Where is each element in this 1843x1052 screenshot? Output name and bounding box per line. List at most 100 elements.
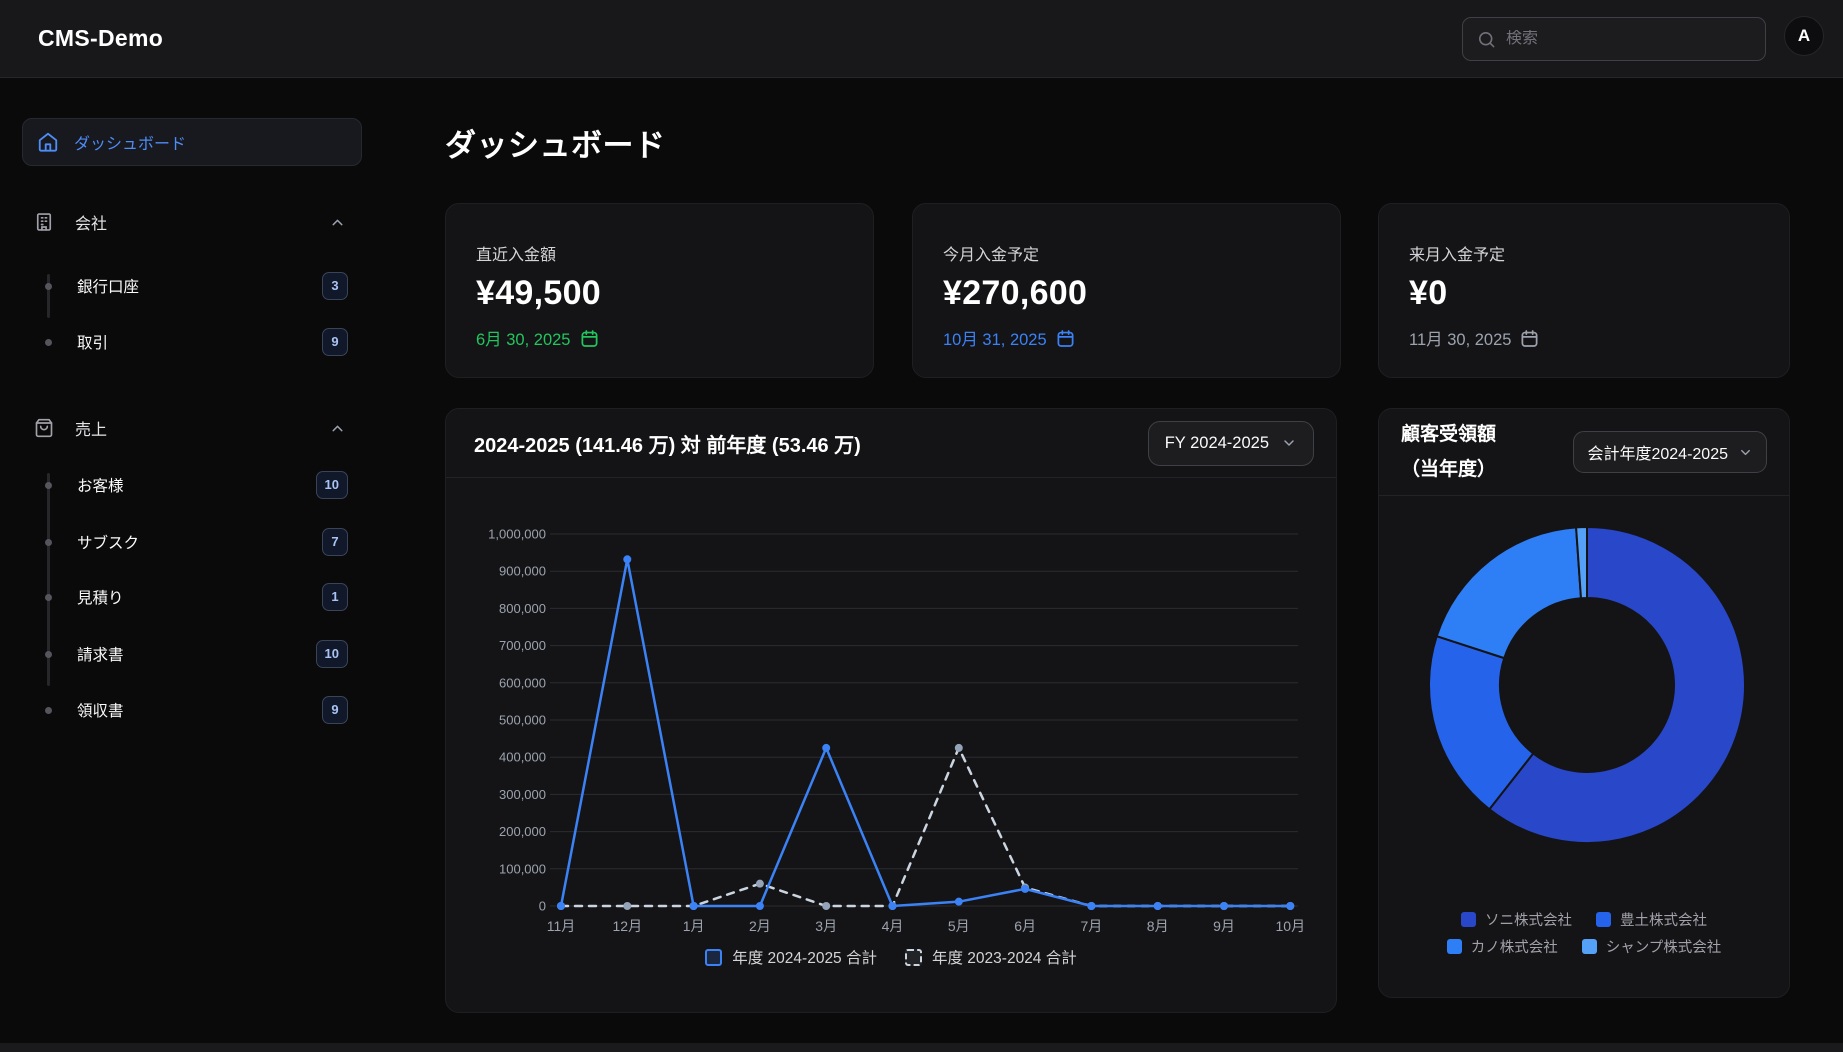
- donut-legend: ソニ株式会社 豊土株式会社カノ株式会社 シャンプ株式会社: [1379, 906, 1789, 960]
- svg-text:1月: 1月: [683, 918, 705, 934]
- svg-text:7月: 7月: [1081, 918, 1103, 934]
- user-avatar[interactable]: A: [1784, 16, 1824, 56]
- tree-dot: [45, 707, 52, 714]
- count-badge: 7: [322, 528, 348, 556]
- legend-swatch: [1596, 912, 1611, 927]
- sidebar-section-label: 会社: [75, 210, 107, 234]
- legend-item[interactable]: カノ株式会社: [1447, 936, 1558, 957]
- legend-label: 豊土株式会社: [1620, 909, 1707, 930]
- svg-text:9月: 9月: [1213, 918, 1235, 934]
- legend-label: ソニ株式会社: [1485, 909, 1572, 930]
- svg-text:2月: 2月: [749, 918, 771, 934]
- tree-dot: [45, 594, 52, 601]
- count-badge: 3: [322, 272, 348, 300]
- chevron-up-icon: [329, 420, 346, 437]
- sidebar-item-invoices[interactable]: 請求書 10: [34, 636, 352, 672]
- svg-text:500,000: 500,000: [499, 713, 546, 728]
- sidebar-section-label: 売上: [75, 416, 107, 440]
- building-icon: [34, 212, 54, 232]
- count-badge: 10: [316, 640, 348, 668]
- calendar-icon: [1520, 329, 1539, 348]
- stat-date: 6月 30, 2025: [476, 326, 843, 350]
- calendar-icon: [580, 329, 599, 348]
- donut-slice: [1576, 527, 1587, 598]
- stat-date-text: 6月 30, 2025: [476, 326, 571, 350]
- stat-value: ¥270,600: [943, 274, 1310, 313]
- sidebar-item-label: 見積り: [77, 586, 124, 608]
- svg-text:700,000: 700,000: [499, 638, 546, 653]
- tree-dot: [45, 482, 52, 489]
- bottom-strip: [0, 1043, 1843, 1052]
- sidebar-item-receipts[interactable]: 領収書 9: [34, 692, 352, 728]
- sidebar-item-label: お客様: [77, 474, 124, 496]
- line-chart: 0100,000200,000300,000400,000500,000600,…: [446, 409, 1338, 1014]
- app-brand: CMS-Demo: [38, 0, 163, 77]
- legend-item[interactable]: 年度 2024-2025 合計: [705, 946, 877, 968]
- fiscal-year-dropdown[interactable]: FY 2024-2025: [1148, 421, 1314, 466]
- legend-label: 年度 2023-2024 合計: [932, 946, 1077, 968]
- tree-dot: [45, 283, 52, 290]
- sidebar-item-customers[interactable]: お客様 10: [34, 467, 352, 503]
- donut-year-dropdown[interactable]: 会計年度2024-2025: [1573, 431, 1767, 473]
- legend-marker: [905, 949, 922, 966]
- stat-date: 11月 30, 2025: [1409, 326, 1759, 350]
- legend-item[interactable]: 豊土株式会社: [1596, 909, 1707, 930]
- dropdown-value: FY 2024-2025: [1165, 434, 1269, 453]
- stat-label: 今月入金予定: [943, 241, 1310, 265]
- legend-label: カノ株式会社: [1471, 936, 1558, 957]
- chevron-up-icon: [329, 214, 346, 231]
- tree-dot: [45, 539, 52, 546]
- stat-card-recent-deposit: 直近入金額 ¥49,500 6月 30, 2025: [445, 203, 874, 378]
- chevron-down-icon: [1281, 435, 1297, 451]
- legend-label: シャンプ株式会社: [1606, 936, 1722, 957]
- svg-text:12月: 12月: [613, 918, 643, 934]
- chevron-down-icon: [1738, 445, 1753, 460]
- search-input[interactable]: [1506, 30, 1751, 48]
- sidebar-item-quotes[interactable]: 見積り 1: [34, 579, 352, 615]
- sidebar-section-company[interactable]: 会社: [34, 204, 352, 240]
- shopping-bag-icon: [34, 418, 54, 438]
- sidebar-section-sales[interactable]: 売上: [34, 410, 352, 446]
- count-badge: 9: [322, 696, 348, 724]
- sidebar-item-transactions[interactable]: 取引 9: [34, 324, 352, 360]
- sidebar-item-label: ダッシュボード: [74, 130, 186, 154]
- donut-slice: [1437, 527, 1581, 658]
- svg-text:6月: 6月: [1014, 918, 1036, 934]
- legend-item[interactable]: シャンプ株式会社: [1582, 936, 1722, 957]
- stat-value: ¥49,500: [476, 274, 843, 313]
- line-chart-header: 2024-2025 (141.46 万) 対 前年度 (53.46 万) FY …: [446, 409, 1336, 478]
- svg-text:200,000: 200,000: [499, 824, 546, 839]
- donut-title-line1: 顧客受領額: [1401, 417, 1496, 452]
- svg-text:4月: 4月: [882, 918, 904, 934]
- svg-text:5月: 5月: [948, 918, 970, 934]
- home-icon: [37, 131, 59, 153]
- revenue-comparison-card: 0100,000200,000300,000400,000500,000600,…: [445, 408, 1337, 1013]
- svg-text:10月: 10月: [1276, 918, 1306, 934]
- stat-label: 直近入金額: [476, 241, 843, 265]
- customer-receipts-card: 顧客受領額 （当年度） 会計年度2024-2025 ソニ株式会社豊土株式会社カノ…: [1378, 408, 1790, 998]
- svg-text:300,000: 300,000: [499, 787, 546, 802]
- count-badge: 10: [316, 471, 348, 499]
- legend-item[interactable]: ソニ株式会社: [1461, 909, 1572, 930]
- svg-text:600,000: 600,000: [499, 675, 546, 690]
- stat-date-text: 11月 30, 2025: [1409, 326, 1511, 350]
- tree-dot: [45, 651, 52, 658]
- svg-text:8月: 8月: [1147, 918, 1169, 934]
- svg-text:11月: 11月: [547, 918, 576, 934]
- search-icon: [1477, 30, 1496, 49]
- stat-label: 来月入金予定: [1409, 241, 1759, 265]
- search-box[interactable]: [1462, 17, 1766, 61]
- stat-date: 10月 31, 2025: [943, 326, 1310, 350]
- sidebar-item-subscriptions[interactable]: サブスク 7: [34, 524, 352, 560]
- legend-label: 年度 2024-2025 合計: [732, 946, 877, 968]
- sidebar-item-label: 銀行口座: [77, 275, 139, 297]
- sidebar-item-dashboard[interactable]: ダッシュボード: [22, 118, 362, 166]
- tree-dot: [45, 339, 52, 346]
- donut-slice: [1429, 636, 1533, 809]
- line-chart-title: 2024-2025 (141.46 万) 対 前年度 (53.46 万): [474, 429, 861, 458]
- sidebar-item-bank-accounts[interactable]: 銀行口座 3: [34, 268, 352, 304]
- sidebar-item-label: 領収書: [77, 699, 124, 721]
- stat-card-next-month: 来月入金予定 ¥0 11月 30, 2025: [1378, 203, 1790, 378]
- legend-item[interactable]: 年度 2023-2024 合計: [905, 946, 1077, 968]
- sidebar-item-label: 取引: [77, 331, 108, 353]
